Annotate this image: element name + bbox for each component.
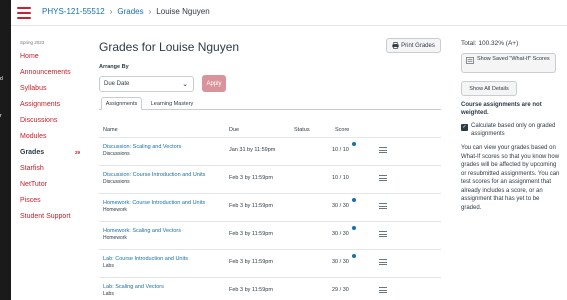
score-value: 30 / 30 <box>332 259 349 265</box>
tab-learning-mastery[interactable]: Learning Mastery <box>149 97 195 110</box>
show-saved-what-if-label: Show Saved "What-If" Scores <box>477 56 550 62</box>
course-nav-pisces[interactable]: Pisces <box>20 196 90 212</box>
due-date: Feb 3 by 11:59pm <box>229 175 273 181</box>
course-nav-modules[interactable]: Modules <box>20 132 90 148</box>
rubric-icon[interactable] <box>379 259 387 266</box>
rubric-icon[interactable] <box>379 175 387 182</box>
global-nav: d r <box>0 0 11 300</box>
calculate-graded-only-label: Calculate based only on graded assignmen… <box>471 123 556 137</box>
course-nav-home[interactable]: Home <box>20 52 90 68</box>
assignment-category: Homework <box>103 207 127 213</box>
assignment-link[interactable]: Homework: Course Introduction and Units <box>103 200 223 207</box>
score-value: 29 / 30 <box>332 287 349 293</box>
top-header: PHYS-121-55512 › Grades › Louise Nguyen <box>11 0 567 26</box>
breadcrumb-course[interactable]: PHYS-121-55512 <box>42 7 105 16</box>
grade-sidebar: Total: 100.32% (A+) Show Saved "What-If"… <box>461 40 561 212</box>
due-date: Feb 3 by 11:59pm <box>229 203 273 209</box>
assignment-category: Labs <box>103 263 114 269</box>
rubric-icon[interactable] <box>379 231 387 238</box>
assignment-link[interactable]: Lab: Course Introduction and Units <box>103 256 223 263</box>
page-title: Grades for Louise Nguyen <box>99 40 240 54</box>
rubric-icon[interactable] <box>379 147 387 154</box>
calculate-graded-only: ✓ Calculate based only on graded assignm… <box>461 123 561 138</box>
table-row: Discussion: Scaling and Vectors Discussi… <box>99 138 441 164</box>
due-date: Feb 3 by 11:59pm <box>229 259 273 265</box>
tab-assignments[interactable]: Assignments <box>101 97 142 110</box>
chevron-down-icon: ⌄ <box>182 81 188 88</box>
score-value: 30 / 30 <box>332 203 349 209</box>
arrange-by-label: Arrange By <box>99 64 129 70</box>
unread-dot-icon <box>352 198 356 202</box>
column-header-due: Due <box>229 127 240 133</box>
assignment-link[interactable]: Homework: Scaling and Vectors <box>103 228 223 235</box>
course-nav: Spring 2023 Home Announcements Syllabus … <box>20 40 90 228</box>
breadcrumb: PHYS-121-55512 › Grades › Louise Nguyen <box>42 7 210 16</box>
course-nav-nettutor[interactable]: NetTutor <box>20 180 90 196</box>
unread-dot-icon <box>352 254 356 258</box>
what-if-explanation: You can view your grades based on What-I… <box>461 145 560 211</box>
assignment-link[interactable]: Discussion: Scaling and Vectors <box>103 144 223 151</box>
global-nav-label[interactable]: r <box>0 113 2 119</box>
due-date: Feb 3 by 11:59pm <box>229 231 273 237</box>
column-header-status: Status <box>294 127 310 133</box>
arrange-by-select[interactable]: Due Date ⌄ <box>99 76 194 92</box>
assignment-category: Discussions <box>103 179 130 185</box>
table-row: Homework: Scaling and Vectors Homework F… <box>99 222 441 248</box>
grades-tabs: Assignments Learning Mastery <box>99 97 441 110</box>
print-grades-label: Print Grades <box>401 42 435 49</box>
total-grade: Total: 100.32% (A+) <box>461 40 519 47</box>
global-nav-label[interactable]: d <box>0 76 3 82</box>
assignment-category: Homework <box>103 235 127 241</box>
assignment-link[interactable]: Discussion: Course Introduction and Unit… <box>103 172 223 179</box>
table-row: Lab: Course Introduction and Units Labs … <box>99 250 441 276</box>
weighting-note: Course assignments are not weighted. <box>461 102 542 116</box>
show-saved-what-if-button[interactable]: Show Saved "What-If" Scores <box>461 53 556 73</box>
rubric-icon[interactable] <box>379 203 387 210</box>
course-nav-syllabus[interactable]: Syllabus <box>20 84 90 100</box>
score-value: 10 / 10 <box>332 147 349 153</box>
term-label: Spring 2023 <box>20 40 45 45</box>
column-header-score: Score <box>335 127 350 133</box>
due-date: Jan 31 by 11:59pm <box>229 147 276 153</box>
table-row: Discussion: Course Introduction and Unit… <box>99 166 441 192</box>
apply-button[interactable]: Apply <box>202 75 226 92</box>
arrange-by-value: Due Date <box>104 81 130 87</box>
what-if-icon <box>466 57 474 64</box>
score-value: 30 / 30 <box>332 231 349 237</box>
checkbox-icon[interactable]: ✓ <box>461 124 468 131</box>
show-all-details-button[interactable]: Show All Details <box>461 81 517 96</box>
assignment-link[interactable]: Lab: Scaling and Vectors <box>103 284 223 291</box>
assignment-category: Discussions <box>103 151 130 157</box>
unread-dot-icon <box>352 142 356 146</box>
course-nav-announcements[interactable]: Announcements <box>20 68 90 84</box>
grades-badge: 29 <box>75 150 81 155</box>
unread-dot-icon <box>352 226 356 230</box>
course-nav-grades-label: Grades <box>20 149 45 156</box>
print-grades-button[interactable]: Print Grades <box>386 38 441 53</box>
print-icon <box>392 42 399 49</box>
course-nav-discussions[interactable]: Discussions <box>20 116 90 132</box>
assignment-category: Labs <box>103 291 114 297</box>
course-nav-assignments[interactable]: Assignments <box>20 100 90 116</box>
rubric-icon[interactable] <box>379 287 387 294</box>
breadcrumb-separator-icon: › <box>109 7 113 16</box>
course-nav-grades[interactable]: Grades 29 <box>20 148 90 164</box>
course-nav-starfish[interactable]: Starfish <box>20 164 90 180</box>
due-date: Feb 3 by 11:59pm <box>229 287 273 293</box>
breadcrumb-grades[interactable]: Grades <box>117 7 143 16</box>
table-row: Homework: Course Introduction and Units … <box>99 194 441 220</box>
breadcrumb-separator-icon: › <box>148 7 152 16</box>
hamburger-icon[interactable] <box>17 7 31 19</box>
score-value: 10 / 10 <box>332 175 349 181</box>
column-header-name: Name <box>103 127 118 133</box>
course-nav-student-support[interactable]: Student Support <box>20 212 90 228</box>
breadcrumb-student: Louise Nguyen <box>156 7 210 16</box>
table-row: Lab: Scaling and Vectors Labs Feb 3 by 1… <box>99 278 441 300</box>
